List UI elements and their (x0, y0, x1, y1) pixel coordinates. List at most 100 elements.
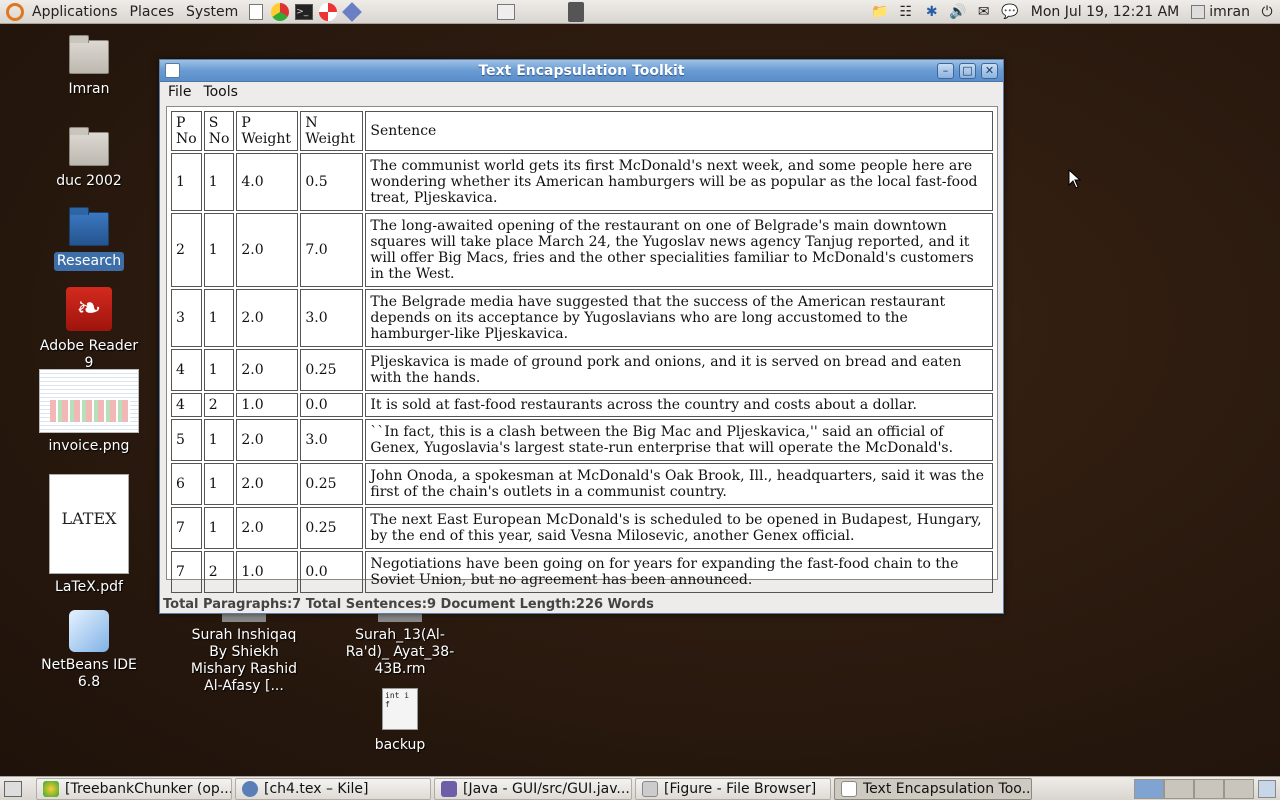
desktop-icon-netbeans[interactable]: NetBeans IDE 6.8 (30, 610, 148, 692)
window-titlebar[interactable]: Text Encapsulation Toolkit – □ ✕ (160, 60, 1003, 82)
desktop-icon-label: invoice.png (48, 438, 130, 454)
cell-s-no: 1 (203, 463, 235, 505)
maximize-button[interactable]: □ (959, 63, 976, 79)
desktop-icon-label: duc 2002 (56, 173, 122, 189)
power-icon[interactable]: ⏻ (1256, 2, 1278, 22)
terminal-launcher-icon[interactable]: >_ (294, 2, 314, 22)
folder-icon (69, 127, 109, 166)
chat-tray-icon[interactable]: 💬 (999, 2, 1021, 22)
desktop-icon-adobe-reader[interactable]: ❧ Adobe Reader 9 (34, 287, 144, 373)
header-p-weight: P Weight (236, 111, 299, 151)
table-row[interactable]: 5 1 2.0 3.0 ``In fact, this is a clash betwe… (171, 419, 993, 461)
close-button[interactable]: ✕ (981, 63, 998, 79)
kile-icon (242, 780, 258, 797)
desktop-icon-label: Research (53, 252, 125, 271)
cell-s-no: 1 (203, 153, 235, 211)
tools-menu[interactable]: Tools (197, 84, 244, 100)
table-row[interactable]: 7 1 2.0 0.25 The next East European McDonald… (171, 507, 993, 549)
task-label: Text Encapsulation Too... (863, 780, 1032, 797)
cell-p-no: 7 (171, 507, 202, 549)
trash-icon[interactable] (1258, 779, 1276, 798)
cell-p-no: 1 (171, 153, 202, 211)
cell-s-no: 1 (203, 213, 235, 287)
task-text-encapsulation[interactable]: Text Encapsulation Too... (834, 777, 1032, 800)
desktop-icon-invoice[interactable]: invoice.png (34, 369, 144, 456)
workspace-2[interactable] (1164, 778, 1194, 799)
network-tray-icon[interactable]: ☷ (895, 2, 917, 22)
top-panel: Applications Places System >_ 📁 ☷ ✱ 🔊 ✉ … (0, 0, 1280, 24)
cell-s-no: 2 (203, 393, 235, 417)
chrome-launcher-icon[interactable] (270, 2, 290, 22)
workspace-3[interactable] (1194, 778, 1224, 799)
latex-thumbnail-text: LATEX (61, 509, 117, 528)
places-menu[interactable]: Places (124, 0, 181, 24)
header-p-no: P No (171, 111, 202, 151)
desktop-icon-imran[interactable]: Imran (55, 35, 123, 99)
bottom-panel: [TreebankChunker (op... [ch4.tex – Kile]… (0, 776, 1280, 800)
table-row[interactable]: 4 1 2.0 0.25 Pljeskavica is made of ground p… (171, 349, 993, 391)
desktop-icon-research[interactable]: Research (50, 207, 128, 271)
table-row[interactable]: 7 2 1.0 0.0 Negotiations have been going on … (171, 551, 993, 593)
cell-sentence: ``In fact, this is a clash between the B… (365, 419, 993, 461)
window-menubar: File Tools (160, 82, 1003, 102)
task-treebank-chunker[interactable]: [TreebankChunker (op... (36, 777, 232, 800)
task-file-browser[interactable]: [Figure - File Browser] (635, 777, 831, 800)
workspace-switcher (1134, 778, 1254, 799)
eclipse-icon (441, 780, 457, 797)
system-menu[interactable]: System (180, 0, 244, 24)
cell-s-no: 1 (203, 419, 235, 461)
calculator-applet-icon[interactable] (565, 1, 587, 22)
user-menu[interactable]: imran (1187, 4, 1254, 20)
table-row[interactable]: 6 1 2.0 0.25 John Onoda, a spokesman at McDo… (171, 463, 993, 505)
bluetooth-tray-icon[interactable]: ✱ (921, 2, 943, 22)
task-java-eclipse[interactable]: [Java - GUI/src/GUI.jav... (434, 777, 632, 800)
table-row[interactable]: 1 1 4.0 0.5 The communist world gets its fir… (171, 153, 993, 211)
file-manager-tray-icon[interactable]: 📁 (869, 2, 891, 22)
pdf-icon: ❧ (66, 287, 112, 331)
text-file-icon: int i f (382, 688, 418, 730)
desktop-icon-surah-inshiqaq[interactable]: Surah Inshiqaq By Shiekh Mishary Rashid … (178, 614, 310, 696)
cell-p-no: 4 (171, 393, 202, 417)
cell-n-weight: 0.5 (300, 153, 364, 211)
task-label: [ch4.tex – Kile] (264, 780, 369, 797)
mail-tray-icon[interactable]: ✉ (973, 2, 995, 22)
table-body: 1 1 4.0 0.5 The communist world gets its fir… (171, 153, 993, 593)
table-header-row: P No S No P Weight N Weight Sentence (171, 111, 993, 151)
table-row[interactable]: 2 1 2.0 7.0 The long-awaited opening of the … (171, 213, 993, 287)
workspace-1[interactable] (1134, 778, 1164, 799)
cell-n-weight: 3.0 (300, 419, 364, 461)
volume-tray-icon[interactable]: 🔊 (947, 2, 969, 22)
cell-p-weight: 2.0 (236, 507, 299, 549)
header-n-weight: N Weight (300, 111, 364, 151)
user-name: imran (1209, 3, 1250, 20)
cell-sentence: The next East European McDonald's is sch… (365, 507, 993, 549)
screenshot-applet-icon[interactable] (495, 2, 517, 22)
task-kile[interactable]: [ch4.tex – Kile] (235, 777, 431, 800)
desktop-icon-duc2002[interactable]: duc 2002 (50, 127, 128, 191)
cell-n-weight: 0.25 (300, 507, 364, 549)
show-desktop-icon[interactable] (4, 780, 22, 797)
cell-p-weight: 1.0 (236, 393, 299, 417)
workspace-4[interactable] (1224, 778, 1254, 799)
table-row[interactable]: 3 1 2.0 3.0 The Belgrade media have suggeste… (171, 289, 993, 347)
desktop-icon-surah-13[interactable]: Surah_13(Al-Ra'd)_ Ayat_38-43B.rm (334, 614, 466, 679)
cell-sentence: Pljeskavica is made of ground pork and o… (365, 349, 993, 391)
cell-sentence: The communist world gets its first McDon… (365, 153, 993, 211)
help-launcher-icon[interactable] (318, 2, 338, 22)
table-row[interactable]: 4 2 1.0 0.0 It is sold at fast-food restaura… (171, 393, 993, 417)
desktop-icon-label: NetBeans IDE 6.8 (41, 657, 137, 690)
applications-menu[interactable]: Applications (26, 0, 124, 24)
cell-p-no: 2 (171, 213, 202, 287)
text-editor-launcher-icon[interactable] (246, 2, 266, 22)
cell-n-weight: 0.0 (300, 393, 364, 417)
chrome-icon (43, 780, 59, 797)
task-label: [Java - GUI/src/GUI.jav... (463, 780, 630, 797)
app-launcher-icon[interactable] (342, 1, 363, 22)
minimize-button[interactable]: – (937, 63, 954, 79)
desktop-icon-latex-pdf[interactable]: LATEX LaTeX.pdf (44, 474, 134, 597)
desktop-icon-label: Surah_13(Al-Ra'd)_ Ayat_38-43B.rm (345, 627, 455, 677)
clock[interactable]: Mon Jul 19, 12:21 AM (1023, 4, 1187, 20)
file-menu[interactable]: File (162, 84, 197, 100)
cell-s-no: 1 (203, 349, 235, 391)
desktop-icon-backup[interactable]: int i f backup (360, 688, 440, 755)
